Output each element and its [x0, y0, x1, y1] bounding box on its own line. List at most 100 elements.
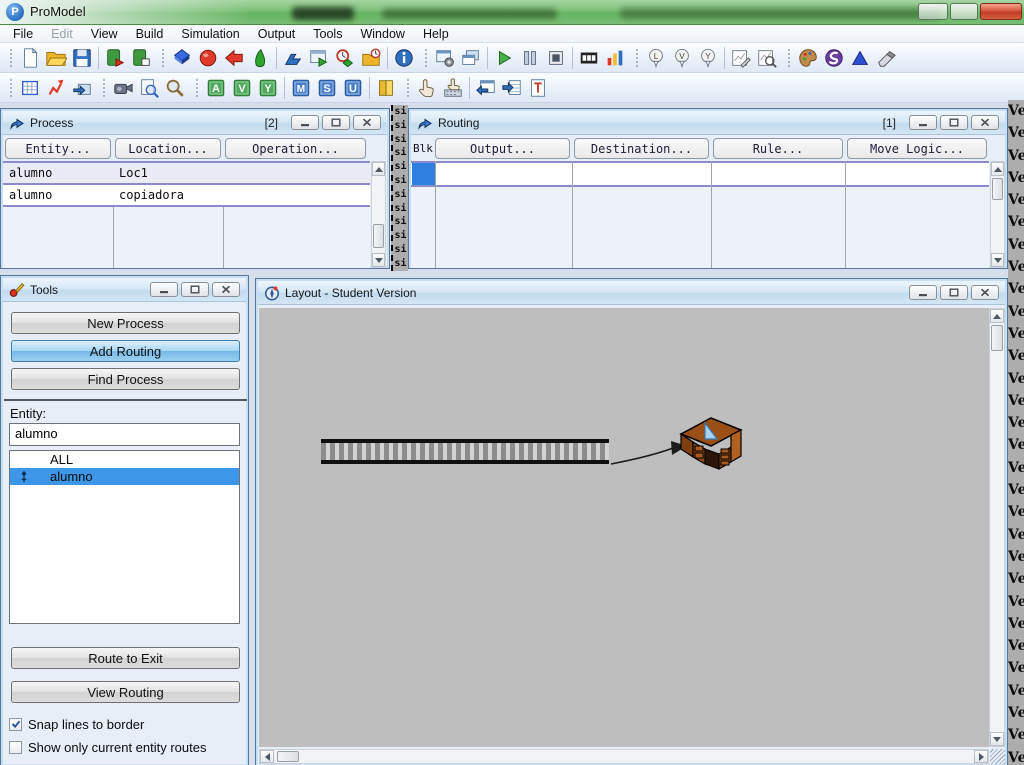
- tools-window-titlebar[interactable]: Tools: [3, 278, 246, 302]
- app-maximize-button[interactable]: [950, 3, 978, 20]
- layout-close-button[interactable]: [971, 285, 999, 300]
- scroll-thumb[interactable]: [277, 751, 299, 762]
- scroll-thumb[interactable]: [373, 224, 384, 248]
- routing-minimize-button[interactable]: [909, 115, 937, 130]
- box-a-icon[interactable]: A: [203, 75, 229, 101]
- layout-window-titlebar[interactable]: Layout - Student Version: [258, 281, 1005, 305]
- scroll-thumb[interactable]: [991, 325, 1003, 351]
- blk-selected-cell[interactable]: [412, 163, 435, 185]
- info-icon[interactable]: [391, 45, 417, 71]
- win-arrow-in-icon[interactable]: [499, 75, 525, 101]
- view-routing-button[interactable]: View Routing: [11, 681, 240, 703]
- grid-icon[interactable]: [17, 75, 43, 101]
- app-close-button[interactable]: [980, 3, 1022, 20]
- tools-minimize-button[interactable]: [150, 282, 178, 297]
- process-vertical-scrollbar[interactable]: [371, 161, 386, 268]
- import-model-icon[interactable]: [102, 45, 128, 71]
- snap-lines-checkbox[interactable]: [9, 718, 22, 731]
- scroll-up-button[interactable]: [372, 162, 385, 176]
- copier-desk-graphic[interactable]: [679, 413, 743, 471]
- process-close-button[interactable]: [353, 115, 381, 130]
- destination-column-button[interactable]: Destination...: [574, 138, 709, 159]
- process-minimize-button[interactable]: [291, 115, 319, 130]
- palette-icon[interactable]: [795, 45, 821, 71]
- toolbar-grip[interactable]: [405, 77, 410, 99]
- find-process-button[interactable]: Find Process: [11, 368, 240, 390]
- toolbar-grip[interactable]: [194, 77, 199, 99]
- tools-close-button[interactable]: [212, 282, 240, 297]
- processing-icon[interactable]: [280, 45, 306, 71]
- route-to-exit-button[interactable]: Route to Exit: [11, 647, 240, 669]
- toolbar-grip[interactable]: [8, 47, 13, 69]
- toolbar-grip[interactable]: [634, 47, 639, 69]
- menu-file[interactable]: File: [4, 26, 42, 42]
- magnifier-icon[interactable]: [162, 75, 188, 101]
- menu-output[interactable]: Output: [249, 26, 305, 42]
- toolbar-grip[interactable]: [423, 47, 428, 69]
- menu-simulation[interactable]: Simulation: [172, 26, 248, 42]
- routing-vertical-scrollbar[interactable]: [990, 161, 1005, 268]
- shifts-clock-icon[interactable]: [332, 45, 358, 71]
- entity-list[interactable]: ALLalumno: [9, 450, 240, 624]
- book-icon[interactable]: [373, 75, 399, 101]
- app-minimize-button[interactable]: [918, 3, 948, 20]
- import-folder-icon[interactable]: [69, 75, 95, 101]
- layout-minimize-button[interactable]: [909, 285, 937, 300]
- entity-cell[interactable]: alumno: [9, 166, 52, 180]
- show-current-routes-checkbox-row[interactable]: Show only current entity routes: [9, 740, 206, 755]
- routing-maximize-button[interactable]: [940, 115, 968, 130]
- snap-lines-checkbox-row[interactable]: Snap lines to border: [9, 717, 144, 732]
- chart-edit-icon[interactable]: [728, 45, 754, 71]
- entity-input[interactable]: alumno: [9, 423, 240, 446]
- scroll-down-button[interactable]: [991, 253, 1004, 267]
- scroll-down-button[interactable]: [372, 253, 385, 267]
- menu-window[interactable]: Window: [351, 26, 413, 42]
- add-routing-button[interactable]: Add Routing: [11, 340, 240, 362]
- arrivals-icon[interactable]: [306, 45, 332, 71]
- scroll-thumb[interactable]: [992, 178, 1003, 200]
- balloon-l-icon[interactable]: L: [643, 45, 669, 71]
- process-window-titlebar[interactable]: Process [2]: [3, 111, 387, 135]
- resources-icon[interactable]: [247, 45, 273, 71]
- process-maximize-button[interactable]: [322, 115, 350, 130]
- box-v-icon[interactable]: V: [229, 75, 255, 101]
- app-titlebar[interactable]: P ProModel: [0, 0, 1024, 25]
- rule-column-button[interactable]: Rule...: [713, 138, 843, 159]
- box-y-icon[interactable]: Y: [255, 75, 281, 101]
- box-u-icon[interactable]: U: [340, 75, 366, 101]
- doc-t-icon[interactable]: [525, 75, 551, 101]
- layout-vertical-scrollbar[interactable]: [989, 308, 1005, 747]
- process-table-row[interactable]: alumno Loc1: [3, 163, 370, 183]
- sim-options-icon[interactable]: [432, 45, 458, 71]
- globe-s-icon[interactable]: [821, 45, 847, 71]
- entity-column-button[interactable]: Entity...: [5, 138, 111, 159]
- stop-icon[interactable]: [543, 45, 569, 71]
- location-cell[interactable]: Loc1: [119, 166, 148, 180]
- tools-maximize-button[interactable]: [181, 282, 209, 297]
- table-row[interactable]: [411, 163, 989, 185]
- time-folder-icon[interactable]: [358, 45, 384, 71]
- toolbar-grip[interactable]: [786, 47, 791, 69]
- output-column-button[interactable]: Output...: [435, 138, 570, 159]
- entity-list-item-all[interactable]: ALL: [10, 451, 239, 468]
- play-icon[interactable]: [491, 45, 517, 71]
- toolbar-grip[interactable]: [101, 77, 106, 99]
- pause-icon[interactable]: [517, 45, 543, 71]
- location-column-button[interactable]: Location...: [115, 138, 221, 159]
- zigzag-icon[interactable]: [43, 75, 69, 101]
- path-networks-icon[interactable]: [221, 45, 247, 71]
- animation-icon[interactable]: [576, 45, 602, 71]
- layout-canvas[interactable]: [259, 308, 989, 747]
- chart-zoom-icon[interactable]: [754, 45, 780, 71]
- move-logic-column-button[interactable]: Move Logic...: [847, 138, 987, 159]
- locations-icon[interactable]: [169, 45, 195, 71]
- save-icon[interactable]: [69, 45, 95, 71]
- box-m-icon[interactable]: M: [288, 75, 314, 101]
- operation-column-button[interactable]: Operation...: [225, 138, 366, 159]
- layout-horizontal-scrollbar[interactable]: [259, 749, 989, 764]
- menu-help[interactable]: Help: [414, 26, 458, 42]
- stats-icon[interactable]: [602, 45, 628, 71]
- routing-table[interactable]: [411, 161, 989, 268]
- hand-keyboard-icon[interactable]: [440, 75, 466, 101]
- entity-cell[interactable]: alumno: [9, 188, 52, 202]
